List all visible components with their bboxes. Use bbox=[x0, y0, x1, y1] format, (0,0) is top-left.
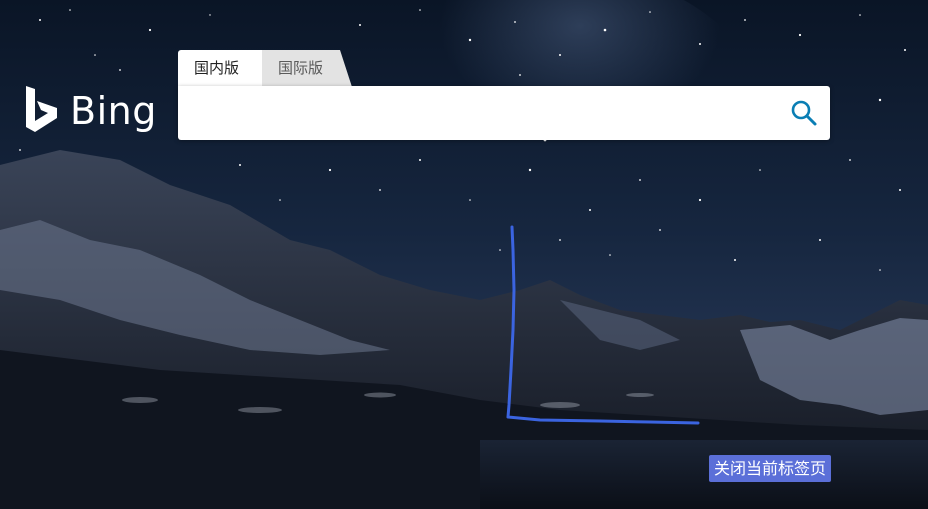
bing-logo[interactable]: Bing bbox=[24, 86, 157, 136]
search-icon bbox=[791, 100, 817, 126]
tab-international[interactable]: 国际版 bbox=[262, 50, 352, 87]
bing-logo-text: Bing bbox=[70, 89, 157, 133]
bing-homepage: Bing 国内版 国际版 关闭当前标签页 bbox=[0, 0, 928, 509]
background-night-sky-mountains bbox=[0, 0, 928, 509]
search-button[interactable] bbox=[788, 97, 820, 129]
tab-domestic[interactable]: 国内版 bbox=[178, 50, 274, 87]
search-input[interactable] bbox=[192, 86, 776, 142]
search-box bbox=[178, 86, 830, 142]
bing-logo-icon bbox=[26, 86, 57, 132]
close-tab-button[interactable]: 关闭当前标签页 bbox=[709, 455, 832, 482]
